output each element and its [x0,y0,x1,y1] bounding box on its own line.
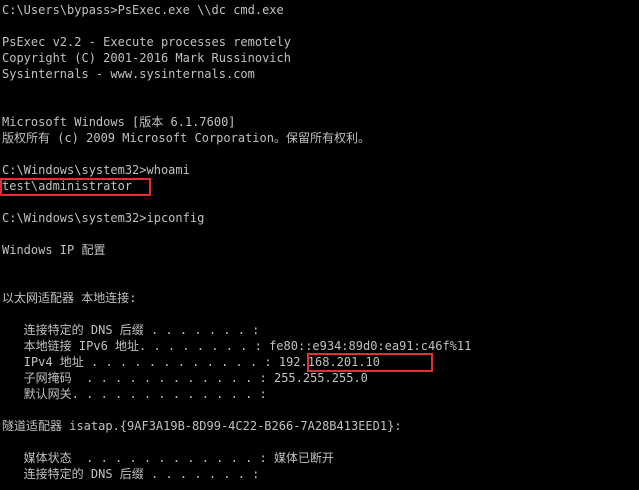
console-line: C:\Windows\system32>whoami [2,163,190,177]
console-line: 连接特定的 DNS 后缀 . . . . . . . : [2,467,260,481]
console-line: 子网掩码 . . . . . . . . . . . . : 255.255.2… [2,371,368,385]
console-line: Sysinternals - www.sysinternals.com [2,67,255,81]
console-line: C:\Windows\system32>ipconfig [2,211,205,225]
console-line: 默认网关. . . . . . . . . . . . . : [2,387,267,401]
console-line: 以太网适配器 本地连接: [2,291,137,305]
console-line: Copyright (C) 2001-2016 Mark Russinovich [2,51,291,65]
whoami-highlight-box [0,178,151,196]
console-line: PsExec v2.2 - Execute processes remotely [2,35,291,49]
ipv4-highlight-box [307,353,433,372]
console-line: 本地链接 IPv6 地址. . . . . . . . : fe80::e934… [2,339,472,353]
console-line: 隧道适配器 isatap.{9AF3A19B-8D99-4C22-B266-7A… [2,419,402,433]
console-line: 版权所有 (c) 2009 Microsoft Corporation。保留所有… [2,131,370,145]
console-line: Microsoft Windows [版本 6.1.7600] [2,115,236,129]
console-line: Windows IP 配置 [2,243,106,257]
console-line: C:\Users\bypass>PsExec.exe \\dc cmd.exe [2,3,284,17]
console-line: 连接特定的 DNS 后缀 . . . . . . . : [2,323,260,337]
console-line: 媒体状态 . . . . . . . . . . . . : 媒体已断开 [2,451,334,465]
console-window[interactable]: C:\Users\bypass>PsExec.exe \\dc cmd.exe … [0,0,639,490]
